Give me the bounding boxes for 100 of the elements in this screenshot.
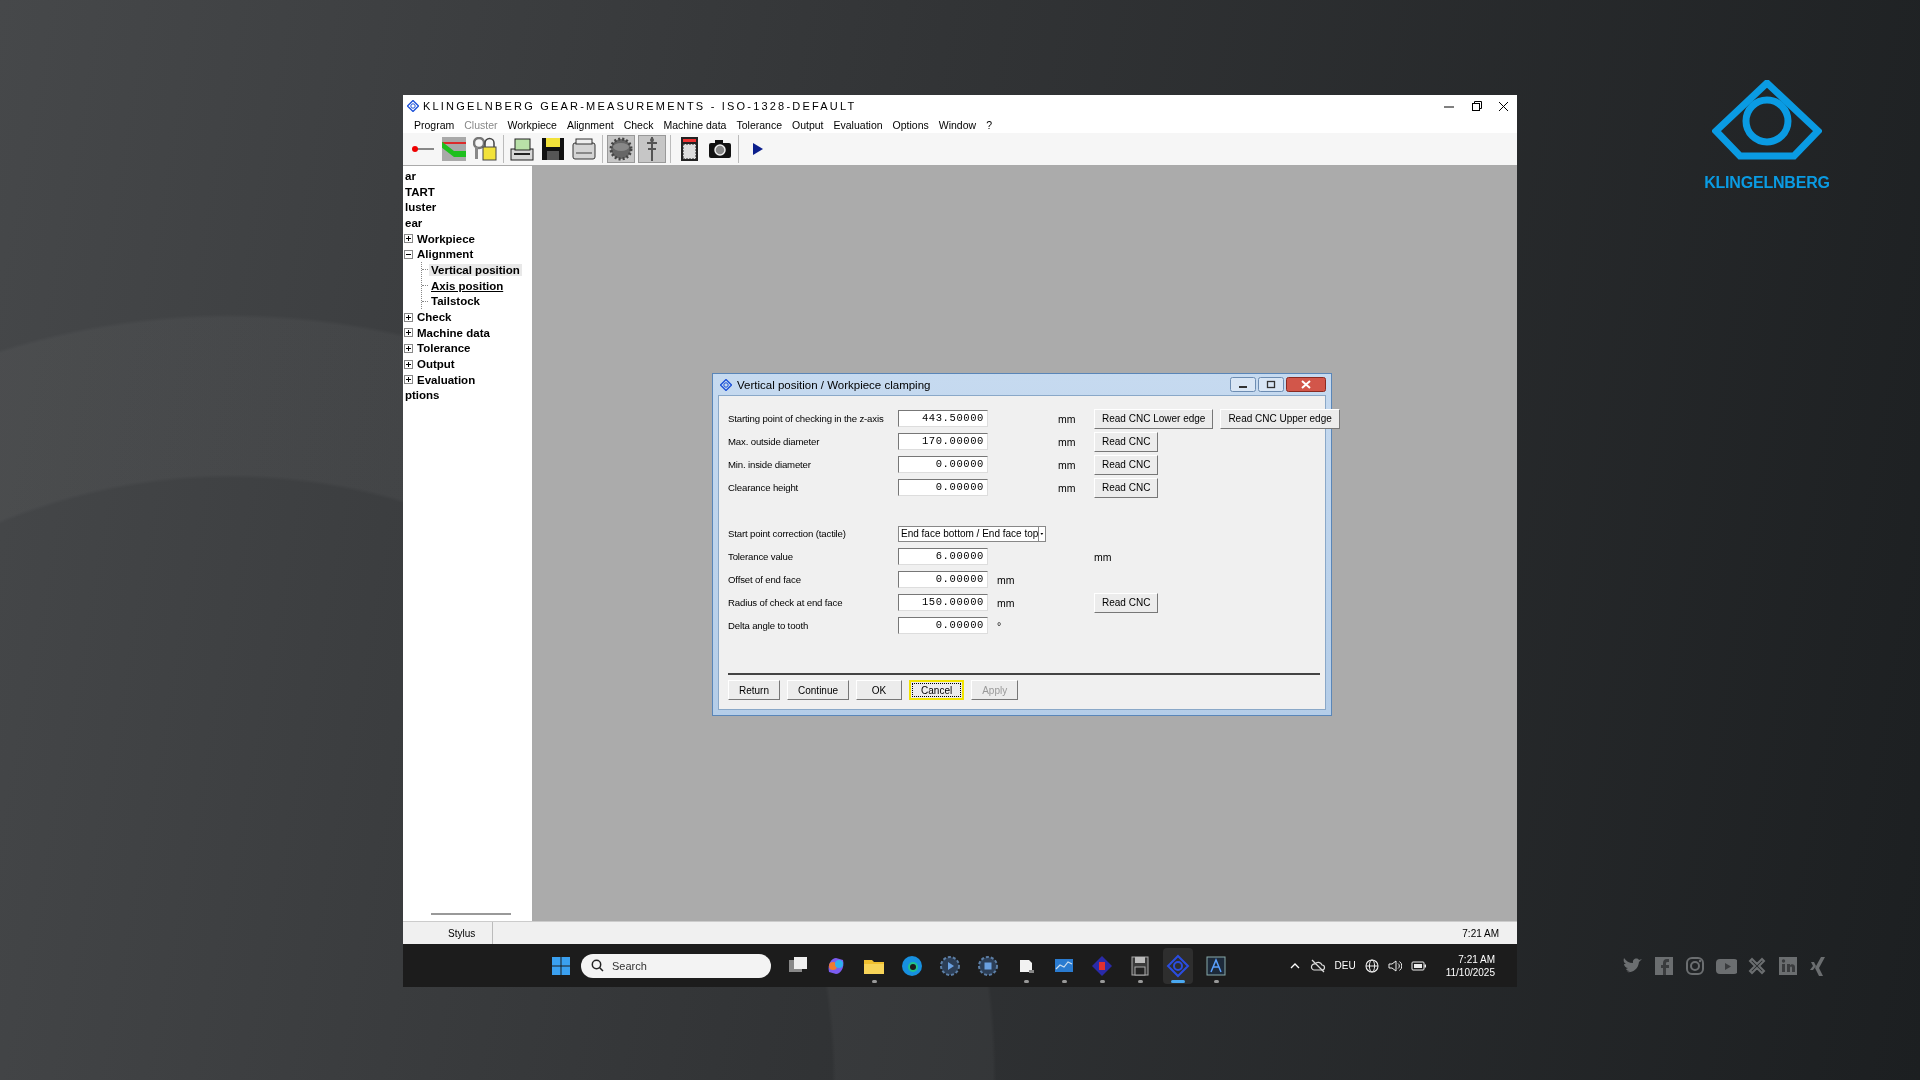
tree-item[interactable]: Alignment	[415, 248, 476, 261]
dropdown-arrow-icon[interactable]	[1038, 526, 1045, 541]
clock-date: 11/10/2025	[1445, 965, 1495, 979]
input-field[interactable]: 443.50000	[898, 410, 988, 427]
diamond-icon	[1090, 953, 1114, 978]
tree-item[interactable]: Output	[415, 358, 457, 371]
read-cnc-button[interactable]: Read CNC Lower edge	[1094, 408, 1214, 429]
input-field[interactable]: 0.00000	[898, 456, 988, 473]
expand-icon[interactable]	[404, 328, 413, 338]
unit-label: mm	[1058, 481, 1077, 494]
read-cnc-button[interactable]: Read CNC	[1094, 592, 1159, 613]
tree-item[interactable]: Machine data	[415, 326, 492, 339]
menu-item[interactable]: Tolerance	[731, 119, 787, 131]
toolbar-button[interactable]	[508, 135, 536, 163]
expand-icon[interactable]	[404, 312, 413, 322]
running-indicator	[1099, 979, 1105, 983]
chart-icon	[442, 137, 466, 161]
taskbar-app[interactable]	[1163, 947, 1193, 984]
dropdown-value: End face bottom / End face top	[901, 528, 1039, 539]
dropdown[interactable]: End face bottom / End face top	[898, 525, 1046, 542]
window-title: KLINGELNBERG GEAR-MEASUREMENTS - ISO-1328-DEFAULT	[423, 100, 857, 112]
input-field[interactable]: 0.00000	[898, 617, 988, 634]
dialog-button[interactable]: Cancel	[909, 680, 965, 700]
running-indicator	[1137, 979, 1143, 983]
close-icon[interactable]	[1498, 100, 1509, 112]
chart-window-icon	[1204, 953, 1228, 978]
menu-item[interactable]: Evaluation	[828, 119, 888, 131]
tree-item[interactable]: ar	[403, 169, 418, 182]
search-icon	[591, 959, 604, 972]
tree-item[interactable]: Axis position	[429, 279, 506, 292]
input-field[interactable]: 0.00000	[898, 479, 988, 496]
minimize-button[interactable]	[1230, 377, 1256, 392]
close-button[interactable]	[1286, 377, 1326, 392]
toolbar-button[interactable]	[539, 135, 567, 163]
browser-icon	[900, 953, 924, 978]
search-field[interactable]: Search	[581, 953, 771, 978]
maximize-button[interactable]	[1258, 377, 1284, 392]
dialog-title: Vertical position / Workpiece clamping	[737, 378, 931, 391]
menu-item[interactable]: Options	[887, 119, 934, 131]
read-cnc-button[interactable]: Read CNC	[1094, 477, 1159, 498]
expand-icon[interactable]	[404, 359, 413, 369]
input-field[interactable]: 6.00000	[898, 548, 988, 565]
input-field[interactable]: 0.00000	[898, 571, 988, 588]
menu-item[interactable]: Window	[933, 119, 982, 131]
running-indicator	[1023, 979, 1029, 983]
field-label: Offset of end face	[728, 574, 802, 585]
media-gear-icon	[938, 953, 962, 978]
tree-item[interactable]: luster	[403, 201, 439, 214]
tree-item[interactable]: Vertical position	[429, 263, 522, 276]
dialog-button[interactable]: Continue	[787, 680, 850, 700]
read-cnc-button[interactable]: Read CNC	[1094, 454, 1159, 475]
menu-item[interactable]: Machine data	[658, 119, 732, 131]
menu-item[interactable]: Workpiece	[502, 119, 562, 131]
read-cnc-button[interactable]: Read CNC	[1094, 431, 1159, 452]
dialog-button[interactable]: OK	[856, 680, 903, 700]
field-label: Delta angle to tooth	[728, 620, 810, 631]
start-button[interactable]	[551, 955, 571, 976]
menu-item[interactable]: ?	[981, 119, 997, 131]
field-label: Radius of check at end face	[728, 597, 844, 608]
read-cnc-button[interactable]: Read CNC Upper edge	[1220, 408, 1340, 429]
input-field[interactable]: 150.00000	[898, 594, 988, 611]
tree-item[interactable]: Tailstock	[429, 295, 482, 308]
square-in-icon[interactable]	[1777, 955, 1799, 977]
globe-icon[interactable]	[1364, 958, 1379, 973]
tree-item[interactable]: Check	[415, 311, 454, 324]
printer-icon	[572, 137, 596, 161]
tree-item[interactable]: ear	[403, 216, 425, 229]
tree-item[interactable]: Evaluation	[415, 373, 478, 386]
expand-icon[interactable]	[404, 375, 413, 385]
cross-knot-icon[interactable]	[1746, 955, 1768, 977]
dialog-button[interactable]: Return	[728, 680, 780, 700]
tree-item[interactable]: Workpiece	[415, 232, 477, 245]
language-indicator[interactable]: DEU	[1334, 960, 1356, 971]
running-indicator	[1061, 979, 1067, 983]
menu-item[interactable]: Check	[618, 119, 659, 131]
menu-item[interactable]: Alignment	[561, 119, 619, 131]
square-f-icon[interactable]	[1653, 955, 1675, 977]
speaker-icon[interactable]	[1387, 958, 1402, 973]
toolbar-button[interactable]	[471, 135, 499, 163]
expand-icon[interactable]	[404, 343, 413, 353]
unit-label: mm	[996, 596, 1016, 609]
camera-icon	[708, 137, 732, 161]
battery-icon[interactable]	[1410, 959, 1427, 972]
cloud-off-icon[interactable]	[1309, 958, 1326, 973]
field-label: Min. inside diameter	[728, 459, 812, 470]
clock[interactable]: 7:21 AM 11/10/2025	[1445, 952, 1495, 979]
input-field[interactable]: 170.00000	[898, 433, 988, 450]
tree-item[interactable]: Tolerance	[415, 342, 473, 355]
stop-gear-icon	[976, 953, 1000, 978]
menu-item[interactable]: Program	[409, 119, 460, 131]
unit-label: mm	[1058, 435, 1077, 448]
scrollbar-thumb[interactable]	[431, 913, 511, 915]
unit-label: mm	[1058, 412, 1077, 425]
tree-item[interactable]: ptions	[403, 389, 442, 402]
camera-outline-icon[interactable]	[1684, 955, 1706, 977]
menu-item[interactable]: Output	[787, 119, 829, 131]
tree-item[interactable]: TART	[403, 185, 437, 198]
restore-icon[interactable]	[1471, 100, 1482, 112]
expand-icon[interactable]	[404, 234, 413, 244]
collapse-icon[interactable]	[404, 249, 413, 259]
